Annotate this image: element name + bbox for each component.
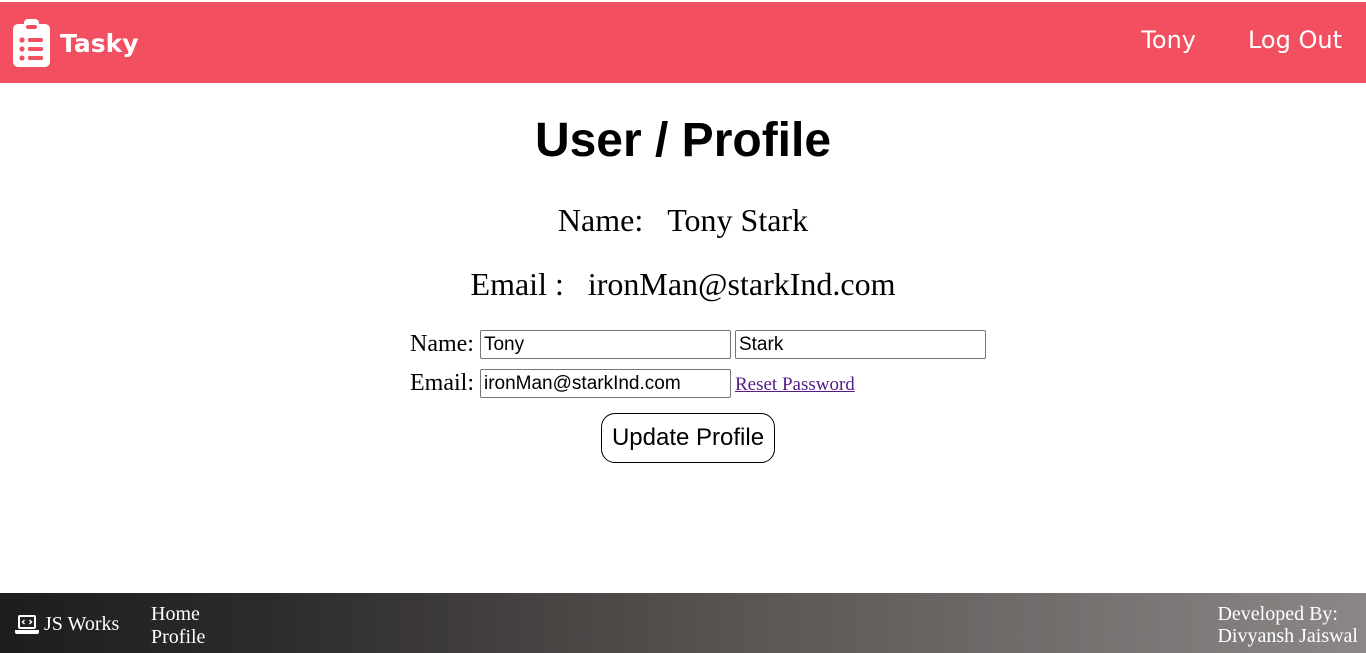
name-field-label: Name: xyxy=(410,331,474,357)
laptop-code-icon xyxy=(15,614,39,634)
profile-name-label: Name: xyxy=(557,202,644,238)
footer-brand: JS Works xyxy=(15,613,119,636)
profile-email-label: Email : xyxy=(470,266,564,302)
footer-link-home[interactable]: Home xyxy=(151,603,205,626)
email-row: Email: Reset Password xyxy=(410,369,855,398)
update-profile-button[interactable]: Update Profile xyxy=(601,413,775,463)
footer-link-profile[interactable]: Profile xyxy=(151,626,205,649)
profile-email-value: ironMan@starkInd.com xyxy=(587,266,896,302)
footer-credit: Developed By: Divyansh Jaiswal xyxy=(1217,603,1358,647)
first-name-input[interactable] xyxy=(479,330,731,359)
footer-credit-line2: Divyansh Jaiswal xyxy=(1217,625,1358,647)
footer-brand-name: JS Works xyxy=(44,613,120,635)
navbar-links: Tony Log Out xyxy=(1141,26,1342,54)
profile-name-value: Tony Stark xyxy=(667,202,809,238)
last-name-input[interactable] xyxy=(734,330,986,359)
navbar: Tasky Tony Log Out xyxy=(0,2,1366,83)
profile-name-line: Name: Tony Stark xyxy=(0,202,1366,239)
footer-credit-line1: Developed By: xyxy=(1217,603,1338,625)
email-input[interactable] xyxy=(479,369,731,398)
page-title: User / Profile xyxy=(534,114,832,167)
clipboard-list-icon xyxy=(13,19,50,67)
nav-logout-link[interactable]: Log Out xyxy=(1248,26,1342,54)
name-row: Name: xyxy=(410,330,986,359)
brand-logo-link[interactable]: Tasky xyxy=(13,19,139,67)
brand-name: Tasky xyxy=(60,28,139,58)
page: Tasky Tony Log Out User / Profile Name: T… xyxy=(0,0,1366,653)
email-field-label: Email: xyxy=(410,370,474,396)
footer: JS Works Home Profile Developed By: Divy… xyxy=(0,593,1366,653)
nav-user-link[interactable]: Tony xyxy=(1141,26,1196,54)
reset-password-link[interactable]: Reset Password xyxy=(735,374,855,396)
profile-email-line: Email : ironMan@starkInd.com xyxy=(0,266,1366,303)
footer-links: Home Profile xyxy=(151,603,205,649)
